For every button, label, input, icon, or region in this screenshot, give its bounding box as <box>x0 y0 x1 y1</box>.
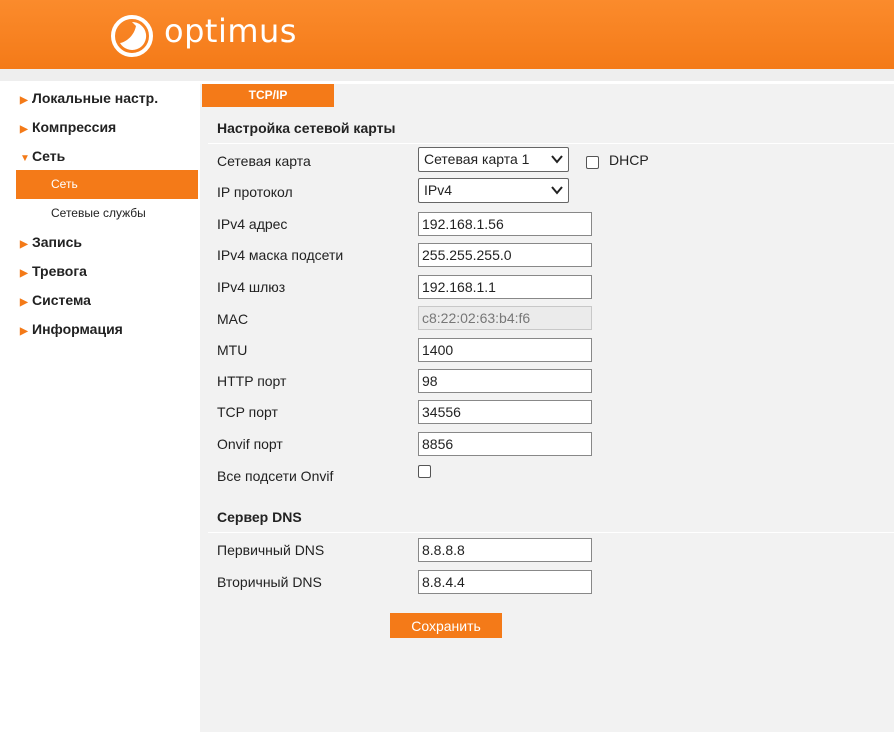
sidebar: ▶ Локальные настр. ▶ Компрессия ▼ Сеть Сеть… <box>6 84 198 732</box>
network-card-label: Сетевая карта <box>217 153 311 169</box>
brand-name: optimus <box>164 12 297 50</box>
sidebar-item-label: Система <box>32 292 91 308</box>
ipv4-gateway-input[interactable] <box>418 275 592 299</box>
ipv4-mask-input[interactable] <box>418 243 592 267</box>
mtu-input[interactable] <box>418 338 592 362</box>
secondary-dns-label: Вторичный DNS <box>217 574 322 590</box>
mac-input <box>418 306 592 330</box>
sidebar-item-network[interactable]: ▼ Сеть <box>6 142 198 171</box>
tab-tcpip[interactable]: TCP/IP <box>202 84 334 107</box>
optimus-logo-icon <box>111 15 153 57</box>
chevron-down-icon <box>551 155 563 164</box>
secondary-dns-input[interactable] <box>418 570 592 594</box>
arrow-right-icon: ▶ <box>20 297 28 308</box>
section-divider <box>208 532 894 533</box>
dhcp-label: DHCP <box>609 152 649 168</box>
sidebar-item-alarm[interactable]: ▶ Тревога <box>6 257 198 286</box>
sidebar-item-local-settings[interactable]: ▶ Локальные настр. <box>6 84 198 113</box>
ipv4-gateway-label: IPv4 шлюз <box>217 279 286 295</box>
tcp-port-label: TCP порт <box>217 404 278 420</box>
arrow-right-icon: ▶ <box>20 326 28 337</box>
ip-protocol-select[interactable]: IPv4 <box>418 178 569 203</box>
sidebar-item-label: Информация <box>32 321 123 337</box>
section-title-network-card: Настройка сетевой карты <box>217 120 396 136</box>
primary-dns-label: Первичный DNS <box>217 542 325 558</box>
sidebar-item-compression[interactable]: ▶ Компрессия <box>6 113 198 142</box>
mtu-label: MTU <box>217 342 248 358</box>
arrow-right-icon: ▶ <box>20 95 28 106</box>
onvif-port-input[interactable] <box>418 432 592 456</box>
onvif-port-label: Onvif порт <box>217 436 283 452</box>
network-card-select[interactable]: Сетевая карта 1 <box>418 147 569 172</box>
http-port-input[interactable] <box>418 369 592 393</box>
http-port-label: HTTP порт <box>217 373 287 389</box>
sidebar-item-label: Тревога <box>32 263 87 279</box>
onvif-all-subnets-checkbox[interactable] <box>418 465 431 478</box>
sidebar-item-system[interactable]: ▶ Система <box>6 286 198 315</box>
sidebar-item-information[interactable]: ▶ Информация <box>6 315 198 344</box>
ip-protocol-label: IP протокол <box>217 184 293 200</box>
header-divider <box>0 69 894 81</box>
section-title-dns: Сервер DNS <box>217 509 302 525</box>
arrow-down-icon: ▼ <box>20 153 30 164</box>
onvif-all-subnets-label: Все подсети Onvif <box>217 468 334 484</box>
tcp-port-input[interactable] <box>418 400 592 424</box>
chevron-down-icon <box>551 186 563 195</box>
dhcp-checkbox[interactable] <box>586 156 599 169</box>
sidebar-item-label: Компрессия <box>32 119 117 135</box>
section-divider <box>208 143 894 144</box>
save-button[interactable]: Сохранить <box>390 613 502 638</box>
ipv4-address-label: IPv4 адрес <box>217 216 288 232</box>
sidebar-subitem-network[interactable]: Сеть <box>16 170 198 199</box>
sidebar-item-recording[interactable]: ▶ Запись <box>6 228 198 257</box>
sidebar-item-label: Сеть <box>32 148 66 164</box>
primary-dns-input[interactable] <box>418 538 592 562</box>
sidebar-subitem-network-services[interactable]: Сетевые службы <box>6 199 198 228</box>
sidebar-item-label: Запись <box>32 234 83 250</box>
ipv4-address-input[interactable] <box>418 212 592 236</box>
header-bar: optimus <box>0 0 894 69</box>
network-card-value: Сетевая карта 1 <box>424 151 530 167</box>
ipv4-mask-label: IPv4 маска подсети <box>217 247 344 263</box>
arrow-right-icon: ▶ <box>20 124 28 135</box>
settings-panel: TCP/IP Настройка сетевой карты Сетевая к… <box>200 84 894 732</box>
ip-protocol-value: IPv4 <box>424 182 453 198</box>
sidebar-item-label: Локальные настр. <box>32 90 159 106</box>
mac-label: MAC <box>217 311 249 327</box>
arrow-right-icon: ▶ <box>20 268 28 279</box>
arrow-right-icon: ▶ <box>20 239 28 250</box>
